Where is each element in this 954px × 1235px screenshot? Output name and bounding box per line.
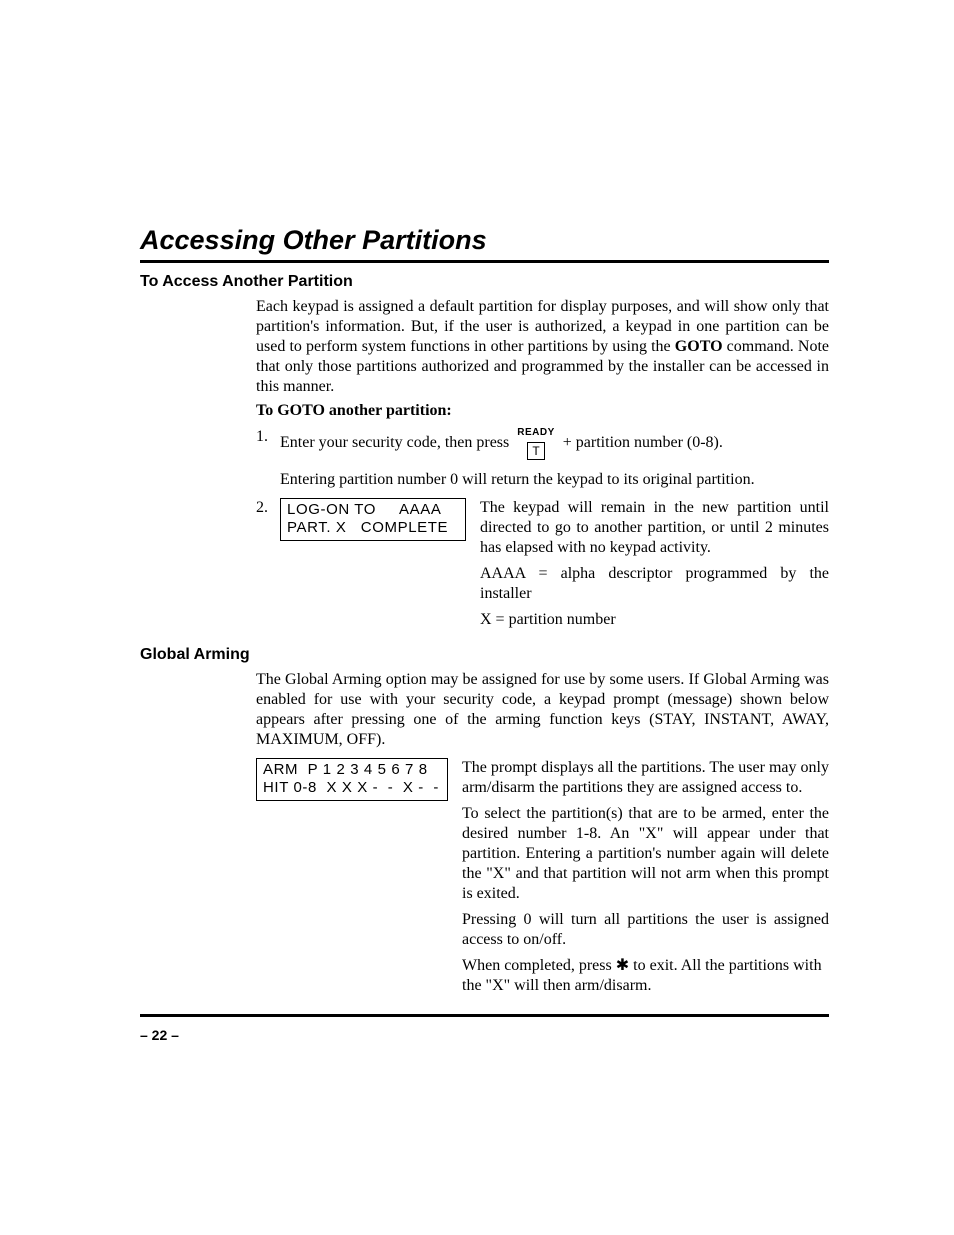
s2-p4: When completed, press ✱ to exit. All the… bbox=[462, 956, 829, 996]
step2-number: 2. bbox=[256, 498, 280, 636]
intro-goto: GOTO bbox=[675, 338, 723, 355]
lcd-display-arm: ARM P 1 2 3 4 5 6 7 8 HIT 0-8 X X X - - … bbox=[256, 758, 448, 802]
step1-note: Entering partition number 0 will return … bbox=[280, 470, 829, 490]
section2-two-col: ARM P 1 2 3 4 5 6 7 8 HIT 0-8 X X X - - … bbox=[256, 758, 829, 1002]
lcd2-line2: HIT 0-8 X X X - - X - - bbox=[263, 779, 439, 796]
section-heading-global: Global Arming bbox=[140, 646, 829, 664]
s2-p3: Pressing 0 will turn all partitions the … bbox=[462, 910, 829, 950]
section2-body: The Global Arming option may be assigned… bbox=[256, 670, 829, 1002]
lcd1-line2: PART. X COMPLETE bbox=[287, 519, 448, 536]
step1-number: 1. bbox=[256, 427, 280, 490]
lcd-display-logon: LOG-ON TO AAAA PART. X COMPLETE bbox=[280, 498, 466, 542]
key-t: T bbox=[527, 442, 545, 460]
section-heading-access: To Access Another Partition bbox=[140, 273, 829, 291]
step2-content: LOG-ON TO AAAA PART. X COMPLETE The keyp… bbox=[280, 498, 829, 636]
step2-row: 2. LOG-ON TO AAAA PART. X COMPLETE The k… bbox=[256, 498, 829, 636]
step2-right: The keypad will remain in the new partit… bbox=[480, 498, 829, 636]
step1-text-a: Enter your security code, then press bbox=[280, 433, 509, 453]
section2-intro: The Global Arming option may be assigned… bbox=[256, 670, 829, 750]
page: Accessing Other Partitions To Access Ano… bbox=[0, 0, 954, 1235]
step2-lcd-wrap: LOG-ON TO AAAA PART. X COMPLETE bbox=[280, 498, 466, 636]
section1-intro: Each keypad is assigned a default partit… bbox=[256, 297, 829, 397]
title-rule bbox=[140, 260, 829, 263]
step1-row: 1. Enter your security code, then press … bbox=[256, 427, 829, 490]
s2-p2: To select the partition(s) that are to b… bbox=[462, 804, 829, 904]
ready-label: READY bbox=[517, 427, 555, 440]
step2-p3: X = partition number bbox=[480, 610, 829, 630]
section2-right: The prompt displays all the partitions. … bbox=[462, 758, 829, 1002]
page-number: – 22 – bbox=[140, 1027, 179, 1043]
end-rule bbox=[140, 1014, 829, 1017]
section1-subhead: To GOTO another partition: bbox=[256, 401, 829, 421]
section1-body: Each keypad is assigned a default partit… bbox=[256, 297, 829, 636]
lcd2-line1: ARM P 1 2 3 4 5 6 7 8 bbox=[263, 761, 428, 778]
step2-two-col: LOG-ON TO AAAA PART. X COMPLETE The keyp… bbox=[280, 498, 829, 636]
s2-p4a: When completed, press bbox=[462, 957, 616, 974]
step2-p1: The keypad will remain in the new partit… bbox=[480, 498, 829, 558]
step1-content: Enter your security code, then press REA… bbox=[280, 427, 829, 490]
lcd1-line1: LOG-ON TO AAAA bbox=[287, 501, 441, 518]
page-title: Accessing Other Partitions bbox=[140, 225, 829, 256]
step1-inline: Enter your security code, then press REA… bbox=[280, 427, 829, 460]
ready-key-stack: READY T bbox=[515, 427, 557, 460]
step2-p2: AAAA = alpha descriptor programmed by th… bbox=[480, 564, 829, 604]
step1-text-b: + partition number (0-8). bbox=[563, 433, 723, 453]
star-icon: ✱ bbox=[616, 957, 629, 974]
section2-lcd-wrap: ARM P 1 2 3 4 5 6 7 8 HIT 0-8 X X X - - … bbox=[256, 758, 448, 1002]
s2-p1: The prompt displays all the partitions. … bbox=[462, 758, 829, 798]
